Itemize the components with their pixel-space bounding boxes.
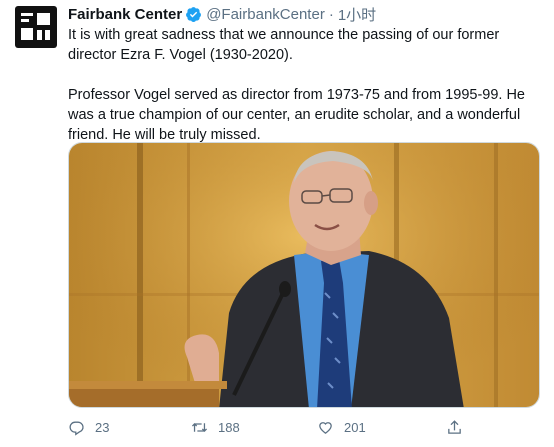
reply-count: 23 (95, 419, 110, 435)
photo-illustration (69, 143, 539, 407)
tweet-paragraph: Professor Vogel served as director from … (68, 87, 525, 143)
retweet-button[interactable]: 188 (191, 414, 240, 440)
like-button[interactable]: 201 (317, 414, 366, 440)
reply-icon (69, 421, 84, 436)
like-count: 201 (344, 419, 366, 435)
verified-badge-icon (186, 6, 202, 22)
retweet-count: 188 (218, 419, 240, 435)
tweet-actions: 23 188 201 (68, 414, 540, 440)
heart-icon (319, 421, 332, 434)
tweet-photo[interactable] (68, 142, 540, 408)
retweet-icon (191, 422, 208, 432)
header-separator: · (328, 5, 334, 23)
tweet-timestamp[interactable]: 1小时 (338, 4, 376, 25)
tweet-body: Fairbank Center @FairbankCenter · 1小时 It… (68, 4, 540, 145)
author-handle[interactable]: @FairbankCenter (206, 6, 325, 23)
avatar[interactable] (15, 6, 57, 48)
author-name[interactable]: Fairbank Center (68, 6, 182, 23)
reply-button[interactable]: 23 (68, 414, 109, 440)
tweet-header: Fairbank Center @FairbankCenter · 1小时 (68, 4, 540, 24)
share-icon (448, 419, 461, 434)
tweet-text: It is with great sadness that we announc… (68, 25, 540, 145)
share-button[interactable] (446, 414, 473, 440)
tweet-paragraph: It is with great sadness that we announc… (68, 27, 500, 63)
